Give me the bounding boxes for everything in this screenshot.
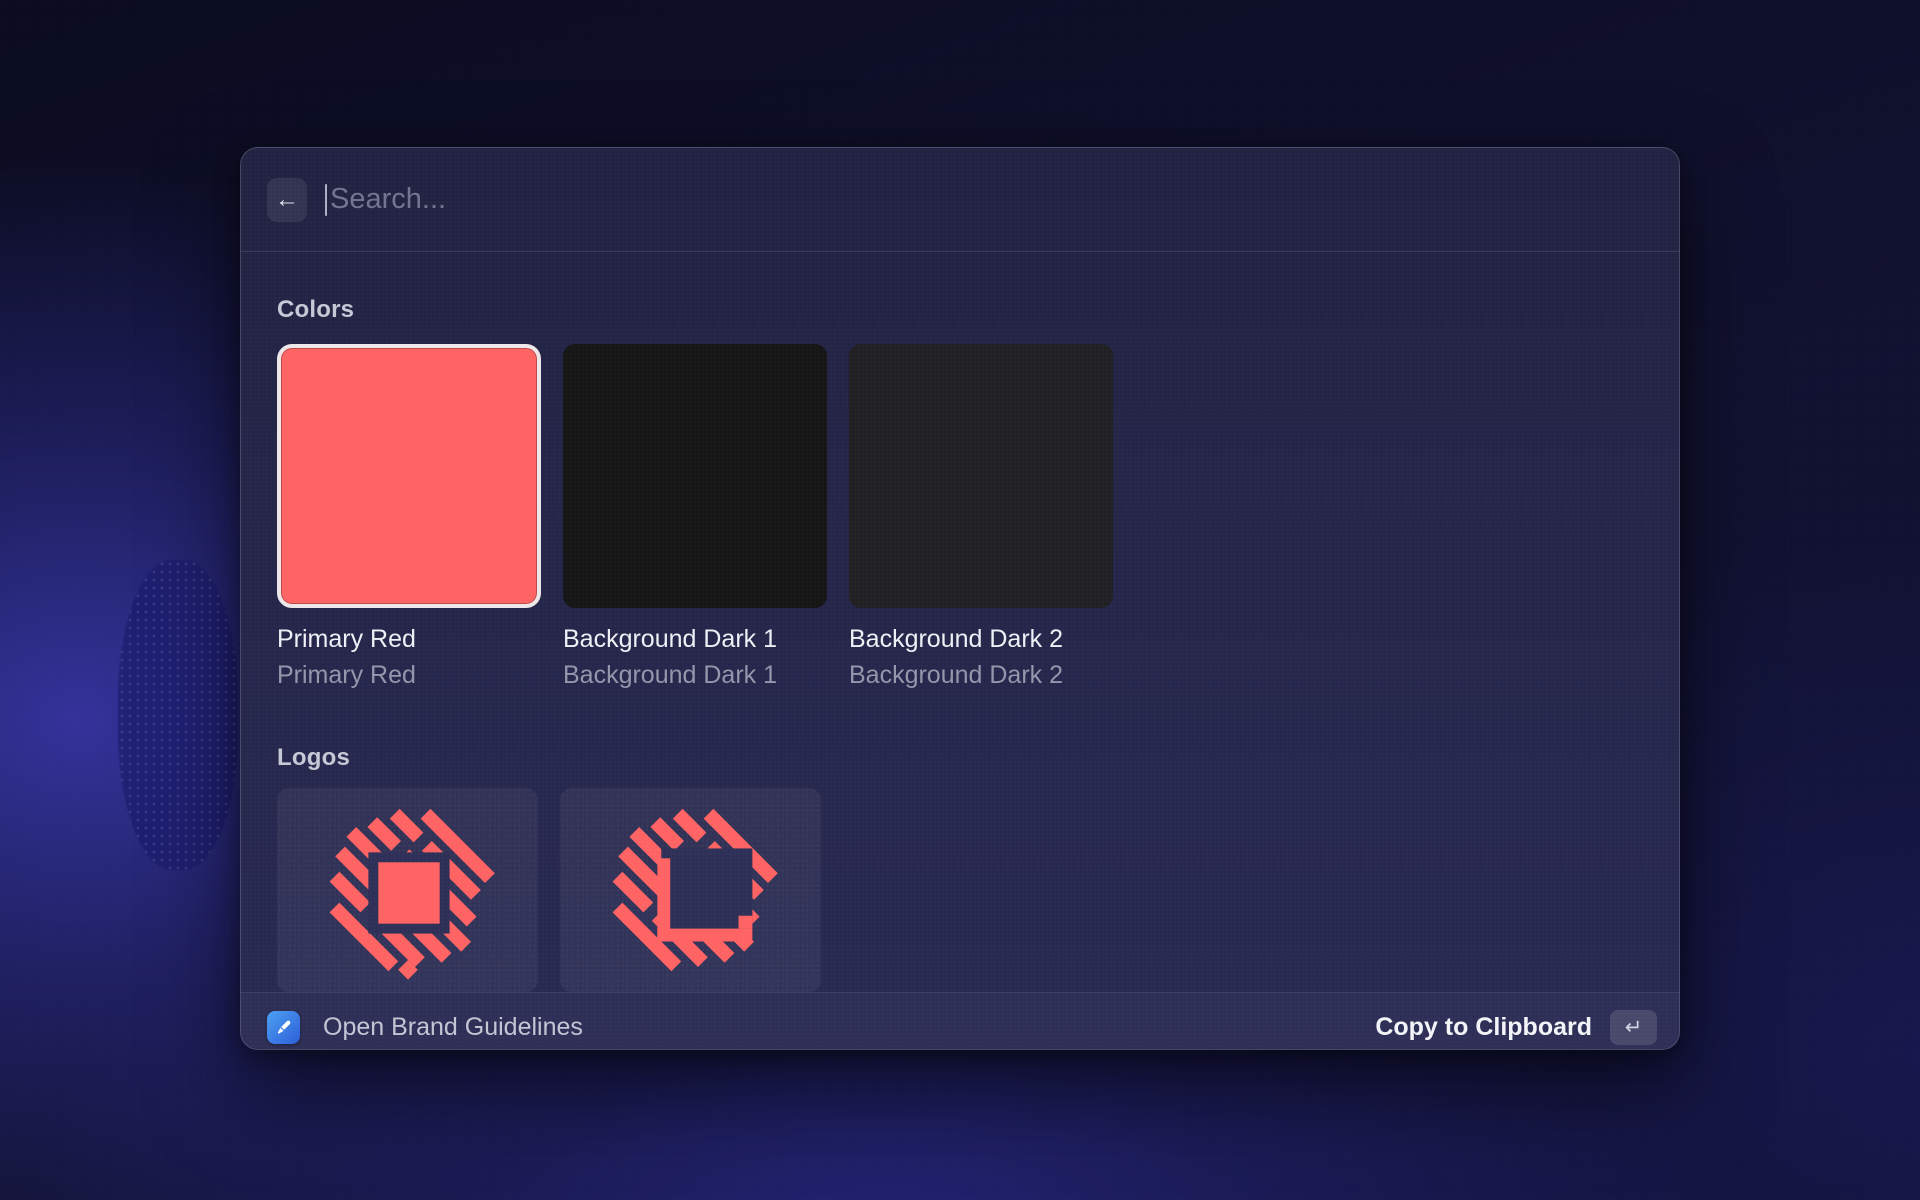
logos-row bbox=[277, 788, 1645, 992]
footer-action-label: Open Brand Guidelines bbox=[323, 1013, 583, 1042]
copy-to-clipboard-button[interactable]: Copy to Clipboard ↵ bbox=[1375, 1010, 1657, 1045]
text-cursor bbox=[325, 184, 327, 216]
color-subtitle: Primary Red bbox=[277, 661, 541, 690]
color-subtitle: Background Dark 2 bbox=[849, 661, 1113, 690]
color-swatch[interactable] bbox=[563, 344, 827, 608]
color-subtitle: Background Dark 1 bbox=[563, 661, 827, 690]
search-input[interactable] bbox=[330, 183, 1653, 216]
logo-item-filled[interactable] bbox=[277, 788, 538, 992]
back-button[interactable]: ← bbox=[267, 178, 307, 222]
results-list: Colors Primary Red Primary Red Backgroun… bbox=[241, 252, 1679, 992]
brand-logo-filled-icon bbox=[309, 791, 507, 989]
return-key-icon: ↵ bbox=[1610, 1010, 1657, 1045]
colors-row: Primary Red Primary Red Background Dark … bbox=[277, 344, 1645, 690]
paintbrush-icon bbox=[267, 1011, 300, 1044]
background-smudge bbox=[118, 560, 238, 870]
logo-item-outline[interactable] bbox=[560, 788, 821, 992]
color-item-background-dark-2[interactable]: Background Dark 2 Background Dark 2 bbox=[849, 344, 1113, 690]
color-title: Background Dark 2 bbox=[849, 625, 1113, 654]
color-title: Background Dark 1 bbox=[563, 625, 827, 654]
brand-assets-command-palette: ← Colors Primary Red Primary Red Backgro… bbox=[240, 147, 1680, 1050]
section-header-colors: Colors bbox=[277, 296, 1645, 324]
open-brand-guidelines-action[interactable]: Open Brand Guidelines bbox=[267, 1011, 583, 1044]
search-bar: ← bbox=[241, 148, 1679, 252]
page: { "colors": { "accent": "#FF6363", "sele… bbox=[0, 0, 1920, 1200]
brand-logo-outline-icon bbox=[592, 791, 790, 989]
footer-primary-label: Copy to Clipboard bbox=[1375, 1013, 1592, 1042]
color-swatch-selected[interactable] bbox=[277, 344, 541, 608]
color-item-background-dark-1[interactable]: Background Dark 1 Background Dark 1 bbox=[563, 344, 827, 690]
section-header-logos: Logos bbox=[277, 744, 1645, 772]
color-item-primary-red[interactable]: Primary Red Primary Red bbox=[277, 344, 541, 690]
color-swatch[interactable] bbox=[849, 344, 1113, 608]
color-title: Primary Red bbox=[277, 625, 541, 654]
arrow-left-icon: ← bbox=[275, 178, 299, 222]
action-bar: Open Brand Guidelines Copy to Clipboard … bbox=[241, 992, 1679, 1050]
